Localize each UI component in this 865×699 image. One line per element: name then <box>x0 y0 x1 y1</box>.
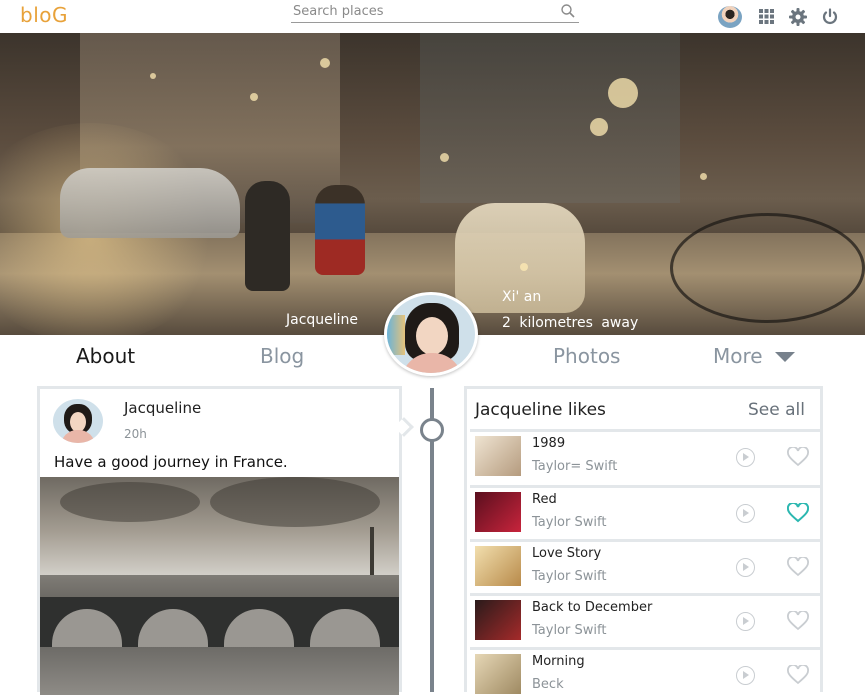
search-input[interactable]: Search places <box>291 3 579 23</box>
post-author-name[interactable]: Jacqueline <box>124 399 201 417</box>
post-text: Have a good journey in France. <box>54 453 288 471</box>
track-title: Love Story <box>532 546 602 561</box>
heart-icon[interactable] <box>787 557 809 577</box>
heart-icon-liked[interactable] <box>787 503 809 523</box>
hero-user-name: Jacqueline <box>286 312 359 328</box>
building-right <box>420 33 680 203</box>
gear-icon[interactable] <box>789 8 807 26</box>
app-logo[interactable]: bloG <box>20 3 68 27</box>
cloud <box>210 477 380 527</box>
track-title: Red <box>532 492 557 507</box>
album-cover <box>475 600 521 640</box>
post-card: Jacqueline 20h Have a good journey in Fr… <box>37 386 402 695</box>
bokeh <box>150 73 156 79</box>
post-photo[interactable] <box>40 477 399 695</box>
track-title: Back to December <box>532 600 653 615</box>
track-row[interactable]: Love Story Taylor Swift <box>470 539 820 591</box>
cloud <box>60 482 200 522</box>
river <box>40 647 399 695</box>
heart-icon[interactable] <box>787 447 809 467</box>
hero-location: Xi' an <box>502 289 542 305</box>
track-artist: Beck <box>532 677 564 692</box>
see-all-link[interactable]: See all <box>748 400 805 420</box>
avatar-face <box>416 317 448 355</box>
album-cover <box>475 546 521 586</box>
user-avatar[interactable] <box>718 6 742 28</box>
play-icon[interactable] <box>736 448 755 467</box>
likes-card: Jacqueline likes See all 1989 Taylor= Sw… <box>464 386 823 694</box>
play-icon[interactable] <box>736 504 755 523</box>
track-title: 1989 <box>532 436 566 451</box>
heart-icon[interactable] <box>787 665 809 685</box>
bokeh <box>250 93 258 101</box>
cover-photo <box>0 33 865 335</box>
play-icon[interactable] <box>736 612 755 631</box>
tab-blog[interactable]: Blog <box>260 344 304 368</box>
timeline-node <box>420 418 444 442</box>
heart-icon[interactable] <box>787 611 809 631</box>
track-row[interactable]: Morning Beck <box>470 647 820 699</box>
album-cover <box>475 436 521 476</box>
bicycle <box>670 213 865 323</box>
profile-avatar[interactable] <box>384 292 478 376</box>
track-artist: Taylor Swift <box>532 515 607 530</box>
bokeh <box>700 173 707 180</box>
parked-car <box>60 168 240 238</box>
play-icon[interactable] <box>736 558 755 577</box>
track-row[interactable]: 1989 Taylor= Swift <box>470 429 820 481</box>
power-icon[interactable] <box>821 8 839 26</box>
search-icon[interactable] <box>560 3 576 19</box>
bokeh <box>320 58 330 68</box>
post-timestamp: 20h <box>124 427 147 441</box>
tab-about[interactable]: About <box>76 344 135 368</box>
track-artist: Taylor= Swift <box>532 459 618 474</box>
avatar-face <box>70 412 86 432</box>
bokeh <box>608 78 638 108</box>
bokeh <box>520 263 528 271</box>
top-bar: bloG Search places <box>0 0 865 33</box>
album-cover <box>475 654 521 694</box>
track-row[interactable]: Back to December Taylor Swift <box>470 593 820 645</box>
likes-title: Jacqueline likes <box>475 400 606 420</box>
apps-grid-icon[interactable] <box>759 9 774 24</box>
bokeh <box>440 153 449 162</box>
child-figure <box>245 181 290 291</box>
child-figure <box>315 185 365 275</box>
album-cover <box>475 492 521 532</box>
track-artist: Taylor Swift <box>532 569 607 584</box>
track-title: Morning <box>532 654 585 669</box>
avatar-background <box>387 315 405 355</box>
track-artist: Taylor Swift <box>532 623 607 638</box>
play-icon[interactable] <box>736 666 755 685</box>
tab-photos[interactable]: Photos <box>553 344 620 368</box>
tab-more[interactable]: More <box>713 344 763 368</box>
search-placeholder: Search places <box>293 4 384 19</box>
track-row[interactable]: Red Taylor Swift <box>470 485 820 537</box>
avatar-shirt <box>61 430 95 443</box>
post-author-avatar[interactable] <box>53 399 103 443</box>
bokeh <box>590 118 608 136</box>
caret-down-icon[interactable] <box>775 352 795 362</box>
hero-distance: 2 kilometres away <box>502 315 639 331</box>
